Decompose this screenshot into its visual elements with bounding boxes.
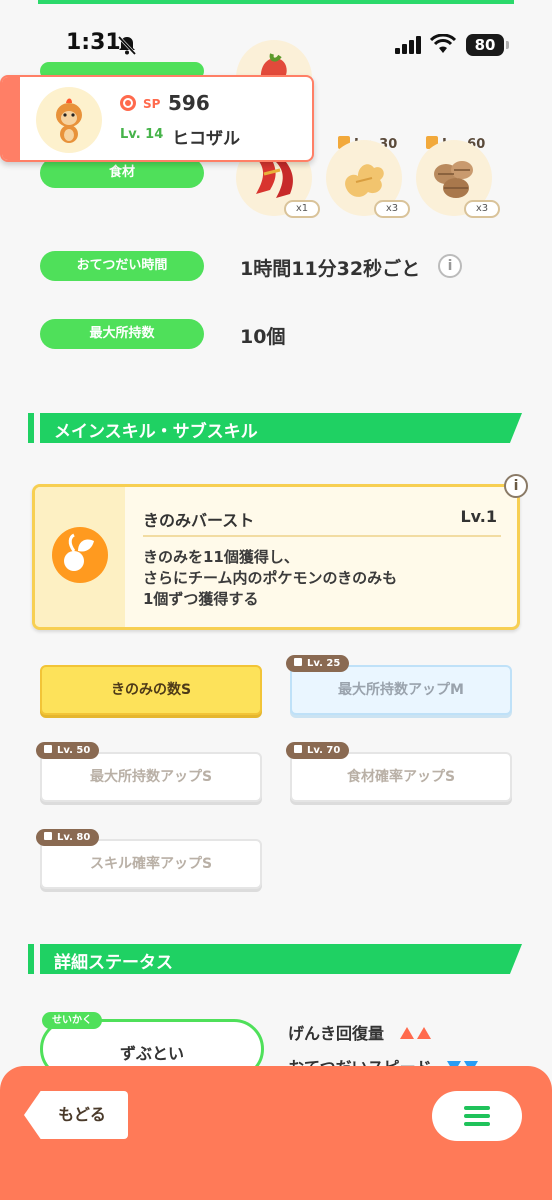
battery-indicator: 80 (466, 34, 509, 56)
main-skill-info-icon[interactable]: i (504, 474, 528, 498)
lock-icon (294, 658, 302, 666)
top-accent-line (38, 0, 514, 4)
up-arrow-icon (399, 1027, 414, 1039)
sub-skill-2-button[interactable]: 最大所持数アップM (290, 665, 512, 715)
sub-skill-4-lock-badge: Lv. 70 (286, 742, 350, 759)
main-skill-card[interactable]: きのみバースト Lv.1 きのみを11個獲得し、 さらにチーム内のポケモンのきの… (32, 484, 520, 630)
pokemon-level: Lv. 14 (120, 127, 164, 142)
sub-skill-2-lock-badge: Lv. 25 (286, 655, 350, 672)
menu-icon (464, 1106, 490, 1110)
label-help-time: おてつだい時間 (40, 251, 204, 281)
main-skill-description: きのみを11個獲得し、 さらにチーム内のポケモンのきのみも 1個ずつ獲得する (143, 548, 398, 608)
sub-skill-3-lock-badge: Lv. 50 (36, 742, 100, 759)
sp-ball-icon (120, 95, 136, 111)
stat-row-up: げんき回復量 (288, 1020, 431, 1044)
bell-muted-icon (117, 35, 137, 56)
stat-label-up: げんき回復量 (288, 1024, 385, 1043)
help-time-info-icon[interactable]: i (438, 254, 462, 278)
section-header-details: 詳細ステータス (28, 944, 522, 974)
status-time: 1:31 (66, 30, 121, 55)
max-carry-value: 10個 (240, 326, 286, 348)
berry-burst-skill-icon (52, 527, 108, 583)
sub-skill-5-lock-badge: Lv. 80 (36, 829, 100, 846)
lock-icon (44, 745, 52, 753)
card-stripe (2, 77, 20, 160)
sub-skill-1-button[interactable]: きのみの数S (40, 665, 262, 715)
lock-icon (294, 745, 302, 753)
sub-skill-5-button[interactable]: スキル確率アップS (40, 839, 262, 889)
nature-tag: せいかく (42, 1012, 102, 1029)
ingredient-qty-1: x1 (284, 200, 320, 218)
help-time-value: 1時間11分32秒ごと (240, 258, 421, 280)
nature-name: ずぶとい (119, 1044, 184, 1063)
menu-button[interactable] (432, 1091, 522, 1141)
sub-skill-3-button[interactable]: 最大所持数アップS (40, 752, 262, 802)
section-title-skills: メインスキル・サブスキル (54, 422, 258, 442)
wifi-icon (430, 34, 456, 53)
pokemon-avatar (36, 87, 102, 153)
sub-skill-4-button[interactable]: 食材確率アップS (290, 752, 512, 802)
main-skill-level: Lv.1 (460, 507, 497, 526)
main-skill-name: きのみバースト (143, 511, 255, 530)
section-header-skills: メインスキル・サブスキル (28, 413, 522, 443)
ingredient-qty-2: x3 (374, 200, 410, 218)
sp-label: SP (143, 97, 161, 111)
divider (143, 535, 501, 537)
label-ingredients: 食材 (40, 158, 204, 188)
pokemon-name: ヒコザル (172, 129, 240, 149)
back-button[interactable]: もどる (24, 1091, 128, 1139)
signal-icon (395, 36, 421, 54)
sp-value: 596 (168, 91, 210, 115)
label-max-carry: 最大所持数 (40, 319, 204, 349)
pokemon-summary-card[interactable]: SP 596 Lv. 14 ヒコザル (0, 75, 314, 162)
up-arrow-icon (416, 1027, 431, 1039)
ingredient-qty-3: x3 (464, 200, 500, 218)
lock-icon (44, 832, 52, 840)
section-title-details: 詳細ステータス (54, 953, 173, 973)
